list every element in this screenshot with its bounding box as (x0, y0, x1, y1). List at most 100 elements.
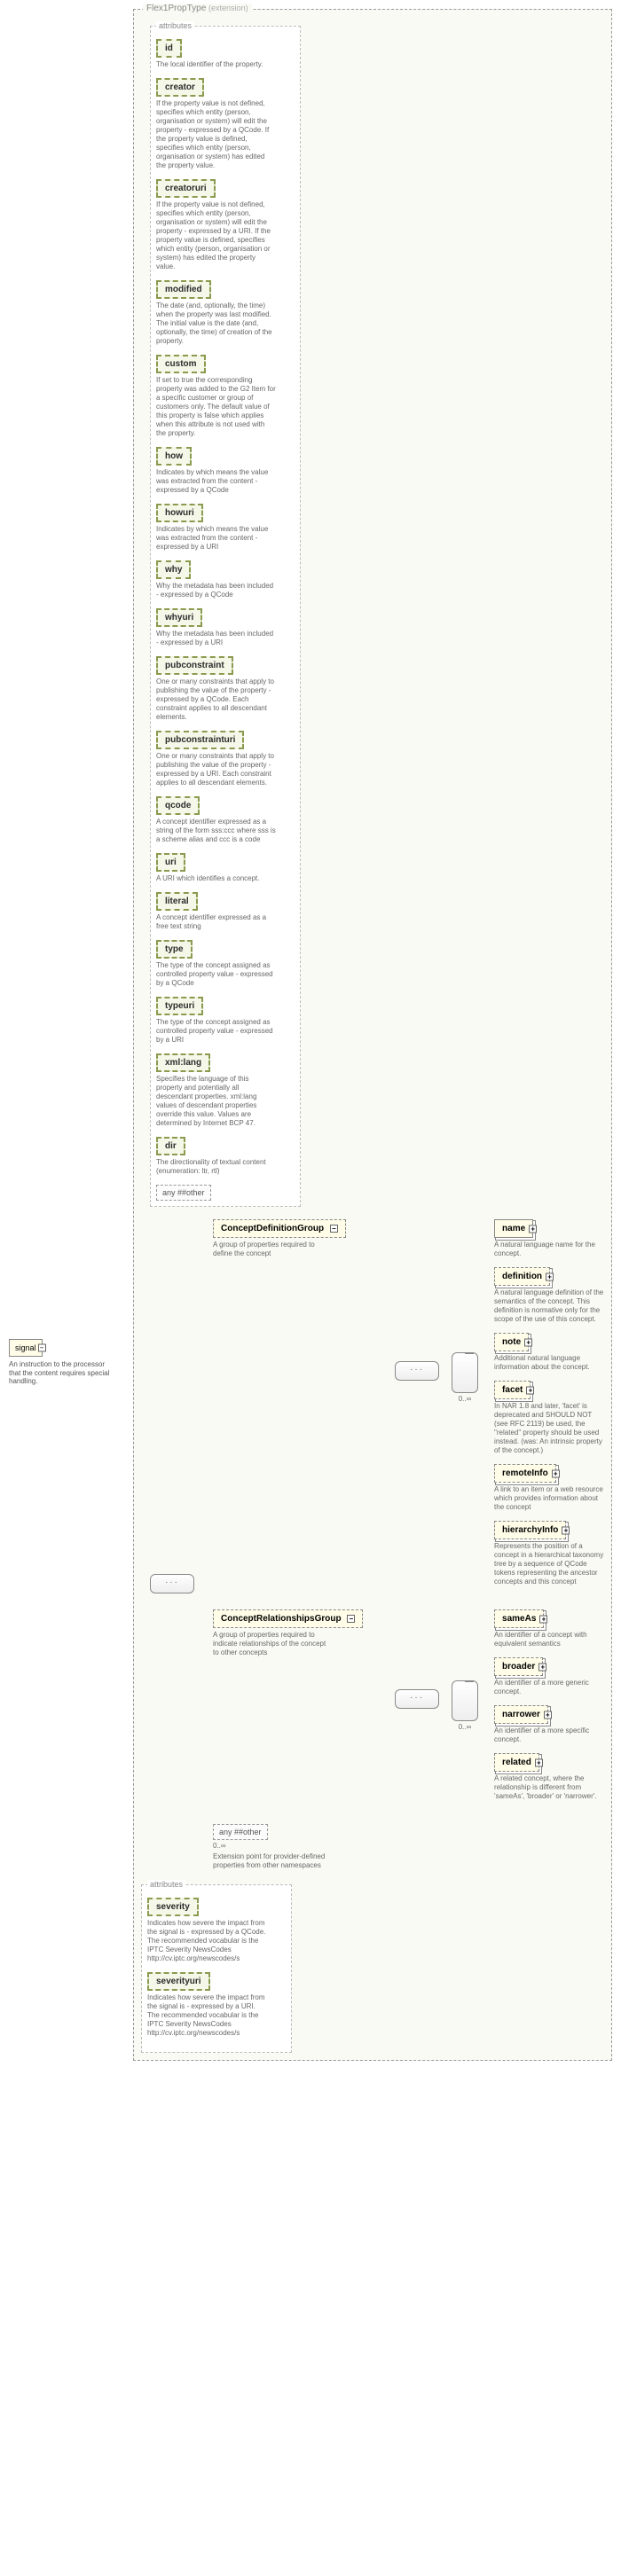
element-box[interactable]: remoteInfo+ (494, 1464, 556, 1483)
sequence-compositor (395, 1689, 439, 1709)
attributes-label: attributes (156, 21, 194, 30)
attributes-group-2: attributes severity Indicates how severe… (141, 1884, 292, 2053)
attribute-desc: Indicates how severe the impact from the… (147, 1919, 267, 1963)
attribute-desc: The type of the concept assigned as cont… (156, 1018, 276, 1045)
element-desc: An identifier of a more generic concept. (494, 1679, 604, 1696)
attribute-name[interactable]: severity (147, 1898, 199, 1916)
attribute-item: type The type of the concept assigned as… (156, 940, 295, 988)
ext-any: any ##other (213, 1824, 268, 1840)
element-box[interactable]: definition+ (494, 1267, 550, 1286)
plus-icon[interactable]: + (529, 1225, 537, 1233)
attribute-name[interactable]: uri (156, 853, 185, 872)
attribute-desc: A concept identifier expressed as a stri… (156, 818, 276, 844)
attribute-item: creatoruri If the property value is not … (156, 179, 295, 271)
attribute-name[interactable]: creator (156, 78, 204, 97)
element-box[interactable]: name+ (494, 1219, 533, 1238)
attribute-name[interactable]: literal (156, 892, 198, 911)
attribute-name[interactable]: why (156, 560, 191, 579)
element-desc: Represents the position of a concept in … (494, 1542, 604, 1586)
attribute-name[interactable]: type (156, 940, 193, 959)
group-def-desc: A group of properties required to define… (213, 1241, 333, 1258)
plus-icon[interactable]: + (524, 1338, 532, 1346)
attribute-item: how Indicates by which means the value w… (156, 447, 295, 495)
attribute-desc: Why the metadata has been included - exp… (156, 582, 276, 599)
attribute-name[interactable]: dir (156, 1137, 185, 1155)
concept-relationships-group[interactable]: ConceptRelationshipsGroup − (213, 1609, 363, 1628)
attribute-desc: The directionality of textual content (e… (156, 1158, 276, 1176)
attribute-item: uri A URI which identifies a concept. (156, 853, 295, 883)
attribute-item: howuri Indicates by which means the valu… (156, 504, 295, 552)
attributes-group: attributes id The local identifier of th… (150, 26, 301, 1207)
attribute-item: xml:lang Specifies the language of this … (156, 1053, 295, 1128)
attribute-item: whyuri Why the metadata has been include… (156, 608, 295, 647)
attribute-name[interactable]: qcode (156, 796, 200, 815)
choice-compositor (452, 1352, 478, 1393)
sequence-compositor (395, 1361, 439, 1381)
attribute-name[interactable]: whyuri (156, 608, 202, 627)
element-desc: A natural language definition of the sem… (494, 1288, 604, 1324)
attribute-desc: The type of the concept assigned as cont… (156, 961, 276, 988)
attribute-item: creator If the property value is not def… (156, 78, 295, 170)
element-box[interactable]: related+ (494, 1753, 539, 1772)
attribute-name[interactable]: modified (156, 280, 211, 299)
cardinality: 0..∞ (452, 1723, 478, 1731)
root-element[interactable]: signal − (9, 1339, 43, 1357)
minus-icon[interactable]: − (347, 1615, 355, 1623)
attribute-item: severityuri Indicates how severe the imp… (147, 1972, 286, 2038)
attribute-item: why Why the metadata has been included -… (156, 560, 295, 599)
sequence-compositor (150, 1574, 194, 1593)
plus-icon[interactable]: + (538, 1663, 546, 1671)
attribute-desc: Indicates by which means the value was e… (156, 468, 276, 495)
concept-definition-group[interactable]: ConceptDefinitionGroup − (213, 1219, 346, 1238)
element-box[interactable]: facet+ (494, 1381, 531, 1399)
any-other-attr: any ##other (156, 1185, 211, 1201)
attribute-name[interactable]: pubconstrainturi (156, 731, 244, 749)
group-rel-name: ConceptRelationshipsGroup (221, 1614, 342, 1624)
root-name: signal (15, 1343, 36, 1352)
attribute-name[interactable]: how (156, 447, 192, 466)
ext-suffix: (extension) (208, 4, 248, 12)
element-item: definition+ A natural language definitio… (494, 1267, 604, 1324)
attribute-name[interactable]: howuri (156, 504, 203, 522)
element-box[interactable]: narrower+ (494, 1705, 548, 1724)
choice-compositor (452, 1680, 478, 1721)
attribute-name[interactable]: id (156, 39, 182, 58)
plus-icon[interactable]: + (535, 1758, 543, 1766)
minus-icon[interactable]: − (330, 1225, 338, 1233)
attribute-name[interactable]: xml:lang (156, 1053, 210, 1072)
element-desc: In NAR 1.8 and later, 'facet' is depreca… (494, 1402, 604, 1455)
attribute-item: typeuri The type of the concept assigned… (156, 997, 295, 1045)
attribute-name[interactable]: severityuri (147, 1972, 210, 1991)
attribute-item: dir The directionality of textual conten… (156, 1137, 295, 1176)
cardinality: 0..∞ (452, 1395, 478, 1403)
ext-type-name: Flex1PropType (146, 4, 206, 13)
attribute-item: severity Indicates how severe the impact… (147, 1898, 286, 1963)
plus-icon[interactable]: + (544, 1711, 552, 1719)
ext-any-label: ##other (234, 1828, 262, 1836)
element-box[interactable]: hierarchyInfo+ (494, 1521, 566, 1539)
element-item: remoteInfo+ A link to an item or a web r… (494, 1464, 604, 1512)
element-box[interactable]: note+ (494, 1333, 529, 1351)
minus-icon[interactable]: − (38, 1344, 46, 1352)
plus-icon[interactable]: + (562, 1526, 570, 1534)
attribute-item: id The local identifier of the property. (156, 39, 295, 69)
attribute-name[interactable]: pubconstraint (156, 656, 233, 675)
attribute-desc: Indicates by which means the value was e… (156, 525, 276, 552)
element-box[interactable]: broader+ (494, 1657, 543, 1676)
ext-any-card: 0..∞ (213, 1842, 604, 1850)
attribute-desc: Specifies the language of this property … (156, 1075, 276, 1128)
element-box[interactable]: sameAs+ (494, 1609, 544, 1628)
plus-icon[interactable]: + (552, 1469, 560, 1477)
element-desc: A link to an item or a web resource whic… (494, 1485, 604, 1512)
attribute-desc: Indicates how severe the impact from the… (147, 1993, 267, 2038)
attribute-name[interactable]: custom (156, 355, 206, 373)
plus-icon[interactable]: + (526, 1386, 534, 1394)
plus-icon[interactable]: + (539, 1615, 547, 1623)
plus-icon[interactable]: + (546, 1272, 554, 1280)
element-desc: A natural language name for the concept. (494, 1241, 604, 1258)
attribute-item: pubconstraint One or many constraints th… (156, 656, 295, 722)
attribute-name[interactable]: typeuri (156, 997, 203, 1015)
attribute-name[interactable]: creatoruri (156, 179, 216, 198)
element-desc: Additional natural language information … (494, 1354, 604, 1372)
extension-label: Flex1PropType (extension) (143, 4, 252, 13)
